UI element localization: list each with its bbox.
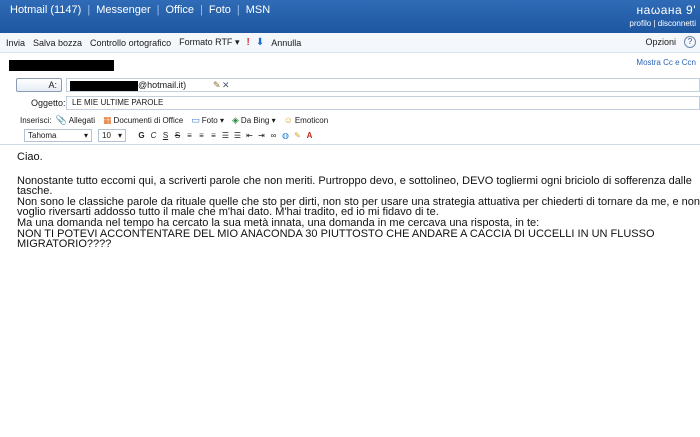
- to-button[interactable]: A:: [16, 78, 62, 92]
- font-size-value: 10: [102, 130, 111, 140]
- photo-icon: ▭: [191, 114, 200, 125]
- message-line: Nonostante tutto eccomi qui, a scriverti…: [17, 174, 692, 198]
- toolbar-right: Opzioni ?: [641, 36, 696, 48]
- align-right-icon[interactable]: ≡: [208, 131, 219, 140]
- help-icon[interactable]: ?: [684, 36, 696, 48]
- redacted-sender: [9, 60, 114, 71]
- paperclip-icon: 📎: [55, 114, 67, 125]
- font-value: Tahoma: [28, 130, 57, 140]
- format-label: Formato RTF: [179, 37, 233, 47]
- insert-item-label: Da Bing: [240, 115, 270, 125]
- chevron-down-icon: ▾: [83, 130, 88, 140]
- header-divider: [0, 144, 700, 145]
- message-line: Ma una domanda nel tempo ha cercato la s…: [17, 216, 540, 229]
- show-cc-link[interactable]: Mostra Cc e Ccn: [636, 58, 696, 67]
- emoticon-icon: ☺: [283, 115, 293, 125]
- profile-link[interactable]: profilo: [629, 19, 651, 28]
- insert-item-label: Foto: [201, 115, 218, 125]
- chevron-down-icon: ▾: [117, 130, 122, 140]
- options-button[interactable]: Opzioni: [641, 37, 680, 47]
- chevron-down-icon: ▾: [271, 115, 276, 125]
- increase-indent-icon[interactable]: ⇥: [256, 131, 267, 140]
- insert-item-label: Documenti di Office: [113, 115, 184, 125]
- low-importance-icon[interactable]: ⬇: [253, 37, 267, 48]
- bing-icon: ◈: [232, 114, 239, 125]
- spellcheck-button[interactable]: Controllo ortografico: [86, 38, 175, 48]
- user-panel: наωана 9' profilo | disconnetti: [629, 3, 696, 28]
- to-field[interactable]: @hotmail.it) ✎ ✕: [66, 78, 700, 92]
- underline-button[interactable]: S: [160, 131, 171, 140]
- formatting-bar: Tahoma ▾ 10 ▾ G C S S ≡ ≡ ≡ ☰ ☰ ⇤ ⇥ ∞ ◍ ✎ …: [0, 127, 700, 143]
- insert-emoticon[interactable]: ☺ Emoticon: [284, 115, 337, 125]
- office-icon: ▦: [103, 114, 112, 125]
- decrease-indent-icon[interactable]: ⇤: [244, 131, 255, 140]
- align-left-icon[interactable]: ≡: [184, 131, 195, 140]
- link-icon[interactable]: ∞: [268, 131, 279, 140]
- importance-icon[interactable]: !: [243, 37, 252, 48]
- cancel-button[interactable]: Annulla: [267, 38, 305, 48]
- strikethrough-button[interactable]: S: [172, 131, 183, 140]
- font-select[interactable]: Tahoma ▾: [24, 128, 92, 142]
- message-body[interactable]: Ciao. Nonostante tutto eccomi qui, a scr…: [17, 152, 700, 250]
- subject-label: Oggetto:: [31, 98, 66, 108]
- message-line: NON TI POTEVI ACCONTENTARE DEL MIO ANACO…: [17, 227, 655, 251]
- format-menu[interactable]: Formato RTF ▾: [175, 37, 243, 48]
- insert-label: Inserisci:: [20, 115, 52, 125]
- highlight-icon[interactable]: ✎: [292, 131, 303, 140]
- bullets-icon[interactable]: ☰: [220, 131, 231, 140]
- nav-hotmail[interactable]: Hotmail (1147): [4, 4, 87, 16]
- redacted-address: [70, 81, 138, 91]
- nav-msn[interactable]: MSN: [240, 4, 276, 16]
- nav-messenger[interactable]: Messenger: [90, 4, 156, 16]
- insert-photos[interactable]: ▭ Foto ▾: [191, 115, 232, 126]
- greeting-line: Ciao.: [17, 151, 43, 163]
- nav-office[interactable]: Office: [159, 4, 200, 16]
- font-size-select[interactable]: 10 ▾: [98, 128, 126, 142]
- bold-button[interactable]: G: [136, 131, 147, 140]
- world-icon[interactable]: ◍: [280, 131, 291, 140]
- insert-attachments[interactable]: 📎 Allegati: [56, 115, 103, 126]
- align-center-icon[interactable]: ≡: [196, 131, 207, 140]
- insert-office-docs[interactable]: ▦ Documenti di Office: [103, 115, 191, 126]
- numbering-icon[interactable]: ☰: [232, 131, 243, 140]
- remove-recipient-icon[interactable]: ✕: [222, 79, 230, 92]
- user-links: profilo | disconnetti: [629, 19, 696, 28]
- italic-button[interactable]: C: [148, 131, 159, 140]
- edit-recipient-icon[interactable]: ✎: [213, 79, 221, 92]
- send-button[interactable]: Invia: [0, 38, 29, 48]
- save-draft-button[interactable]: Salva bozza: [29, 38, 86, 48]
- user-name[interactable]: наωана 9': [629, 3, 696, 17]
- insert-item-label: Emoticon: [294, 115, 329, 125]
- insert-bar: Inserisci: 📎 Allegati ▦ Documenti di Offic…: [0, 113, 700, 127]
- chevron-down-icon: ▾: [219, 115, 224, 125]
- recipient-address: @hotmail.it): [138, 80, 187, 90]
- font-color-icon[interactable]: A: [304, 131, 315, 140]
- insert-item-label: Allegati: [68, 115, 96, 125]
- message-line: Non sono le classiche parole da rituale …: [17, 195, 700, 219]
- insert-from-bing[interactable]: ◈ Da Bing ▾: [232, 115, 284, 126]
- service-nav: Hotmail (1147) | Messenger | Office | Fo…: [4, 4, 276, 16]
- compose-toolbar: Invia Salva bozza Controllo ortografico …: [0, 33, 700, 53]
- chevron-down-icon: ▾: [234, 37, 240, 47]
- logout-link[interactable]: disconnetti: [658, 19, 696, 28]
- subject-input[interactable]: LE MIE ULTIME PAROLE: [66, 96, 700, 110]
- nav-foto[interactable]: Foto: [203, 4, 237, 16]
- top-navigation: Hotmail (1147) | Messenger | Office | Fo…: [0, 0, 700, 33]
- format-buttons: G C S S ≡ ≡ ≡ ☰ ☰ ⇤ ⇥ ∞ ◍ ✎ A: [136, 131, 316, 140]
